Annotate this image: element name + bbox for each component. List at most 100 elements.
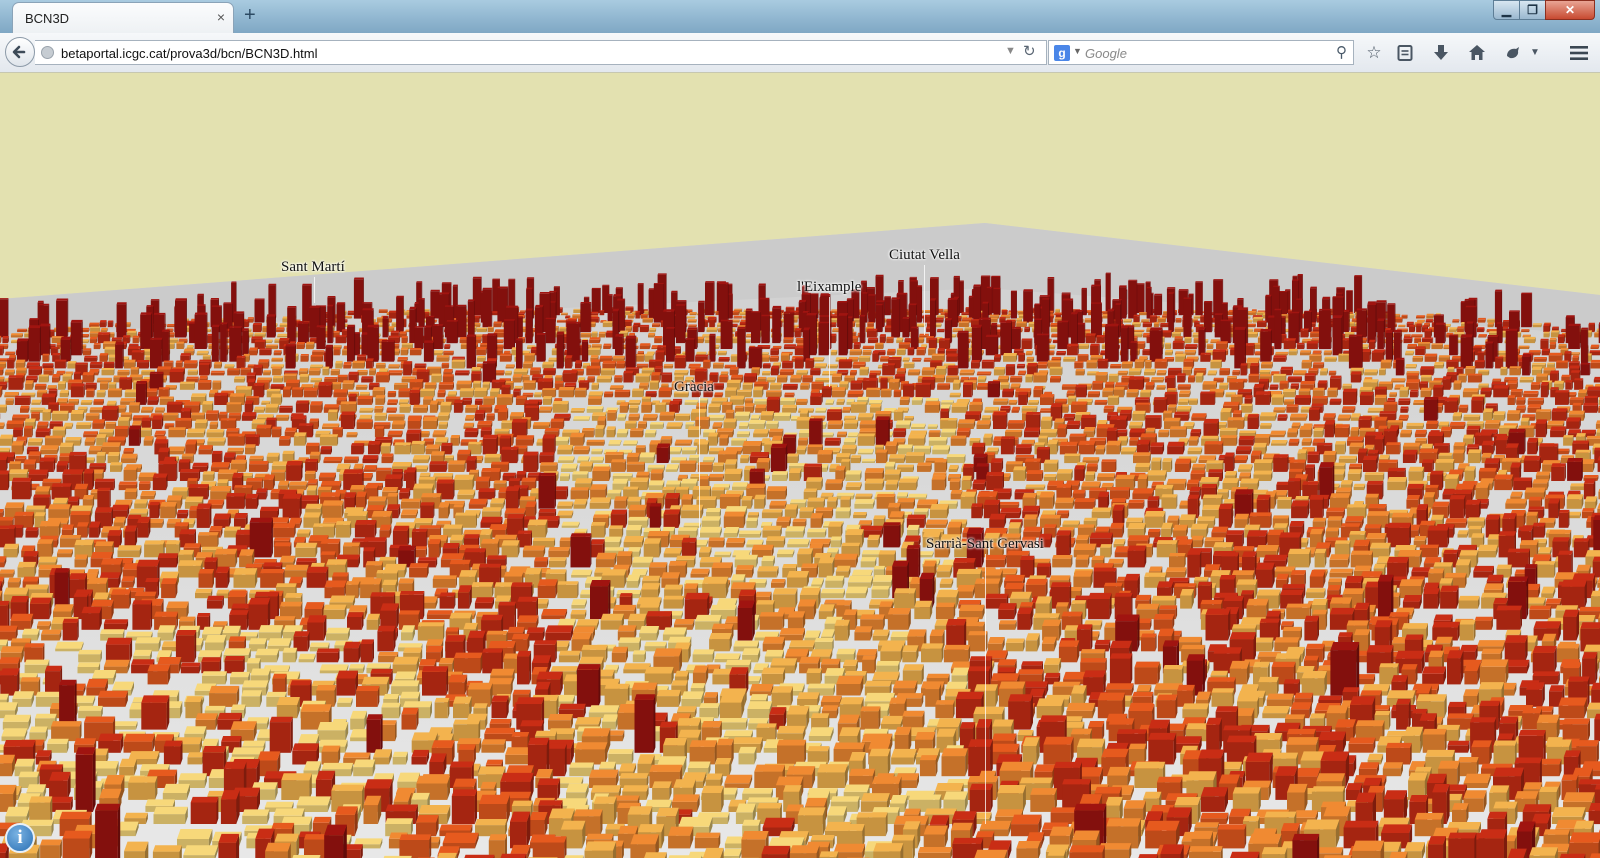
building-facade [902,318,909,338]
overflow-dropdown-icon[interactable]: ▼ [1527,40,1543,66]
back-button[interactable] [5,37,35,67]
search-magnifier-icon[interactable]: ⚲ [1336,43,1347,61]
building-roof [42,353,50,356]
building-roof [705,281,715,283]
building-facade [2,338,8,344]
building-side [745,326,746,369]
building-roof [426,315,435,317]
building-roof [388,335,401,338]
building-side [1273,346,1274,356]
building-roof [1533,357,1547,359]
building-facade [1312,364,1324,369]
building-roof [1253,317,1264,319]
maximize-button[interactable]: ❐ [1519,0,1546,20]
building-side [556,290,557,319]
building-roof [536,332,546,335]
building-facade [733,317,742,319]
building-facade [1274,310,1281,350]
new-tab-button[interactable]: + [244,4,256,27]
building-facade [1234,329,1245,369]
reading-list-icon[interactable] [1392,40,1418,66]
browser-tab[interactable]: BCN3D × [12,2,234,33]
building-roof [1350,367,1364,371]
building-roof [633,322,641,324]
building-facade [867,339,878,344]
building-roof [1057,320,1069,323]
home-icon[interactable] [1464,40,1490,66]
building-roof [990,323,998,326]
building-roof [1300,350,1311,353]
search-bar[interactable]: g ▼ Google ⚲ [1048,40,1354,65]
building-facade [1195,282,1203,316]
building-roof [1425,319,1434,321]
reload-icon[interactable]: ↻ [1023,42,1036,60]
building-roof [1107,309,1115,312]
building-roof [1588,322,1595,325]
building-side [935,298,937,338]
building-side [532,308,533,344]
building-roof [1580,362,1591,365]
building-roof [487,333,498,336]
site-identity-icon[interactable] [41,46,54,59]
map-3d-viewport[interactable]: Sant Martí Ciutat Vella l'Eixample Gràci… [0,73,1600,858]
building-roof [1367,303,1377,305]
building-roof [1572,355,1580,358]
building-facade [271,359,283,362]
star-bookmark-icon[interactable]: ☆ [1361,40,1387,66]
building-roof [957,330,969,333]
building-roof [258,359,270,363]
building-roof [1018,352,1025,355]
building-roof [197,293,204,296]
url-history-dropdown-icon[interactable]: ▼ [1005,45,1016,57]
building-side [1118,324,1119,362]
search-engine-dropdown-icon[interactable]: ▼ [1073,46,1082,56]
building-roof [1214,313,1223,315]
building-facade [706,329,717,333]
building-roof [1144,368,1156,372]
building-roof [896,292,908,295]
url-bar[interactable]: betaportal.icgc.cat/prova3d/bcn/BCN3D.ht… [35,40,1047,65]
building-roof [140,312,152,315]
building-roof [242,328,249,331]
close-window-button[interactable]: ✕ [1545,0,1595,20]
building-side [1174,287,1176,323]
building-side [1311,310,1312,333]
tab-close-icon[interactable]: × [217,9,225,25]
building-facade [1200,354,1211,362]
building-roof [1162,314,1167,316]
building-roof [1220,319,1232,322]
building-roof [99,353,109,356]
building-roof [862,345,875,348]
building-side [491,287,493,328]
hamburger-menu-icon[interactable] [1566,40,1592,66]
building-facade [748,348,762,369]
city-3d-scene[interactable] [0,73,1600,858]
building-roof [1552,326,1559,329]
building-roof [1457,326,1465,329]
building-roof [1130,341,1138,343]
building-roof [1300,328,1309,331]
building-roof [524,353,536,356]
search-engine-icon[interactable]: g [1054,45,1070,61]
building-facade [441,364,449,369]
download-icon[interactable] [1428,40,1454,66]
building-facade [1154,295,1162,316]
building-facade [782,362,793,369]
building-side [1077,312,1078,350]
building-roof [1549,342,1557,345]
building-roof [103,341,116,344]
building-roof [146,305,154,307]
building-facade [1026,358,1034,362]
addon-icon[interactable] [1500,40,1526,66]
building-roof [916,347,926,350]
building-facade [928,340,937,350]
building-facade [213,364,222,369]
building-facade [1136,284,1145,313]
minimize-button[interactable]: ▁ [1493,0,1520,20]
building-facade [649,329,656,333]
building-roof [1256,312,1265,313]
building-roof [60,336,72,340]
building-facade [361,334,368,356]
building-roof [686,316,696,318]
building-roof [947,297,959,300]
